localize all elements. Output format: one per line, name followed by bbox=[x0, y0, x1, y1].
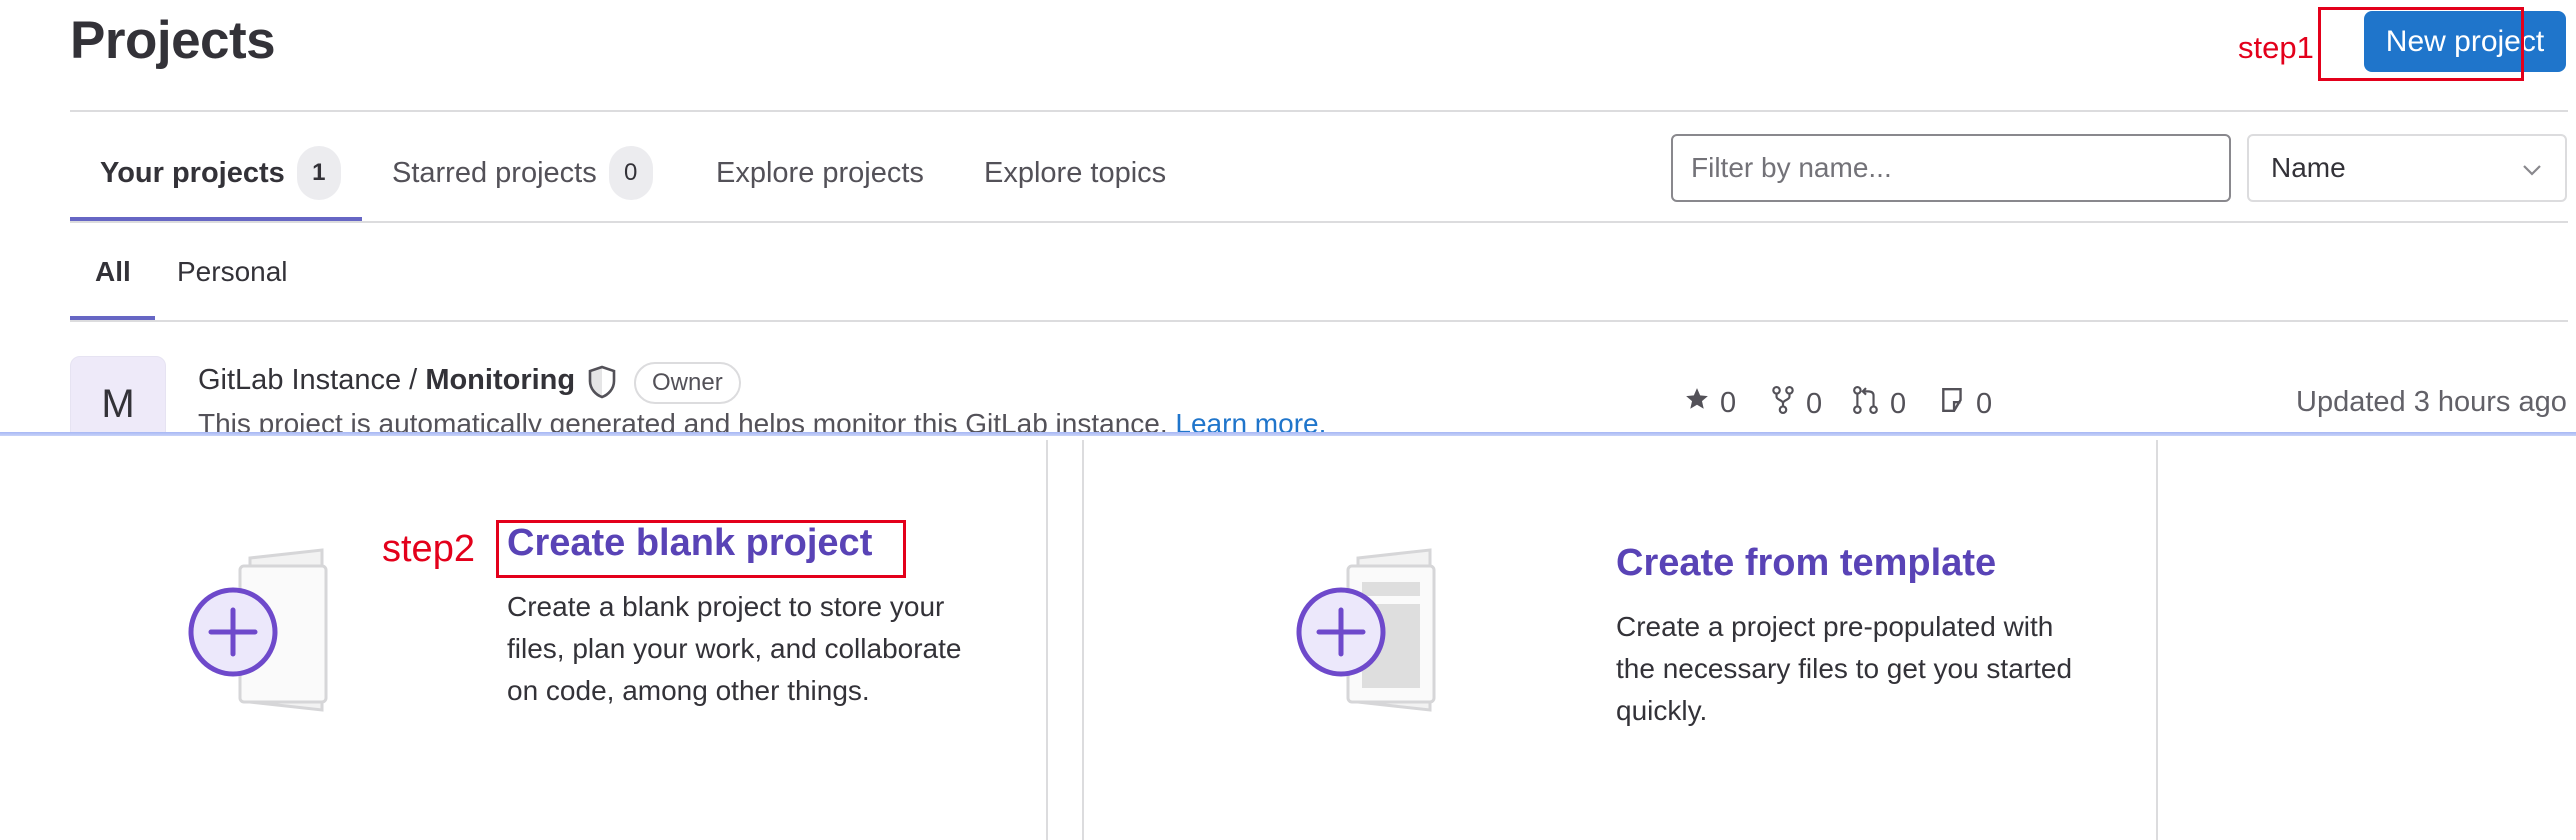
project-issues[interactable]: 0 bbox=[1940, 386, 1992, 422]
tab-explore-projects[interactable]: Explore projects bbox=[716, 146, 924, 200]
project-merge-requests[interactable]: 0 bbox=[1852, 386, 1906, 422]
subtab-personal[interactable]: Personal bbox=[177, 256, 288, 288]
card-divider-right bbox=[2156, 440, 2158, 840]
card-divider-middle bbox=[1082, 440, 1084, 840]
sort-dropdown[interactable]: Name bbox=[2247, 134, 2567, 202]
tab-explore-topics[interactable]: Explore topics bbox=[984, 146, 1166, 200]
filter-by-name-input[interactable] bbox=[1671, 134, 2231, 202]
issues-count: 0 bbox=[1976, 387, 1993, 420]
owner-role-badge: Owner bbox=[634, 362, 741, 404]
merge-request-icon bbox=[1852, 386, 1880, 422]
sort-selected-value: Name bbox=[2271, 152, 2346, 183]
create-blank-project-description: Create a blank project to store your fil… bbox=[507, 591, 962, 706]
star-icon bbox=[1684, 386, 1710, 420]
project-stars[interactable]: 0 bbox=[1684, 386, 1736, 420]
subtab-all[interactable]: All bbox=[95, 256, 131, 288]
tab-your-projects[interactable]: Your projects 1 bbox=[100, 146, 341, 200]
starred-projects-count-badge: 0 bbox=[608, 146, 653, 200]
page-title: Projects bbox=[70, 11, 276, 70]
project-forks[interactable]: 0 bbox=[1770, 386, 1822, 422]
merge-requests-count: 0 bbox=[1890, 387, 1907, 420]
tab-your-projects-label: Your projects bbox=[100, 156, 285, 189]
project-name: Monitoring bbox=[425, 364, 576, 396]
stars-count: 0 bbox=[1720, 386, 1737, 419]
project-namespace: GitLab Instance / bbox=[198, 364, 426, 396]
shield-icon bbox=[586, 364, 618, 405]
create-from-template-link[interactable]: Create from template bbox=[1616, 542, 1996, 585]
project-updated-time: Updated 3 hours ago bbox=[2296, 386, 2567, 418]
tab-starred-projects[interactable]: Starred projects 0 bbox=[392, 146, 653, 200]
card-divider-left bbox=[1046, 440, 1048, 840]
project-name-link[interactable]: GitLab Instance / Monitoring bbox=[198, 364, 575, 397]
tab-starred-projects-label: Starred projects bbox=[392, 156, 597, 189]
new-project-button[interactable]: New project bbox=[2364, 11, 2566, 72]
subtabs-divider bbox=[70, 320, 2568, 322]
forks-count: 0 bbox=[1806, 387, 1823, 420]
create-from-template-description: Create a project pre-populated with the … bbox=[1616, 611, 2073, 726]
create-blank-project-link[interactable]: Create blank project bbox=[507, 522, 872, 565]
fork-icon bbox=[1770, 386, 1796, 422]
step1-annotation: step1 bbox=[2238, 30, 2314, 65]
chevron-down-icon bbox=[2521, 152, 2543, 184]
tabs-divider bbox=[70, 221, 2568, 223]
header-divider bbox=[70, 110, 2568, 112]
step2-annotation: step2 bbox=[382, 528, 475, 570]
template-project-illustration-icon bbox=[1288, 548, 1468, 723]
issues-icon bbox=[1940, 386, 1966, 422]
your-projects-count-badge: 1 bbox=[296, 146, 341, 200]
blank-project-illustration-icon bbox=[180, 548, 360, 723]
